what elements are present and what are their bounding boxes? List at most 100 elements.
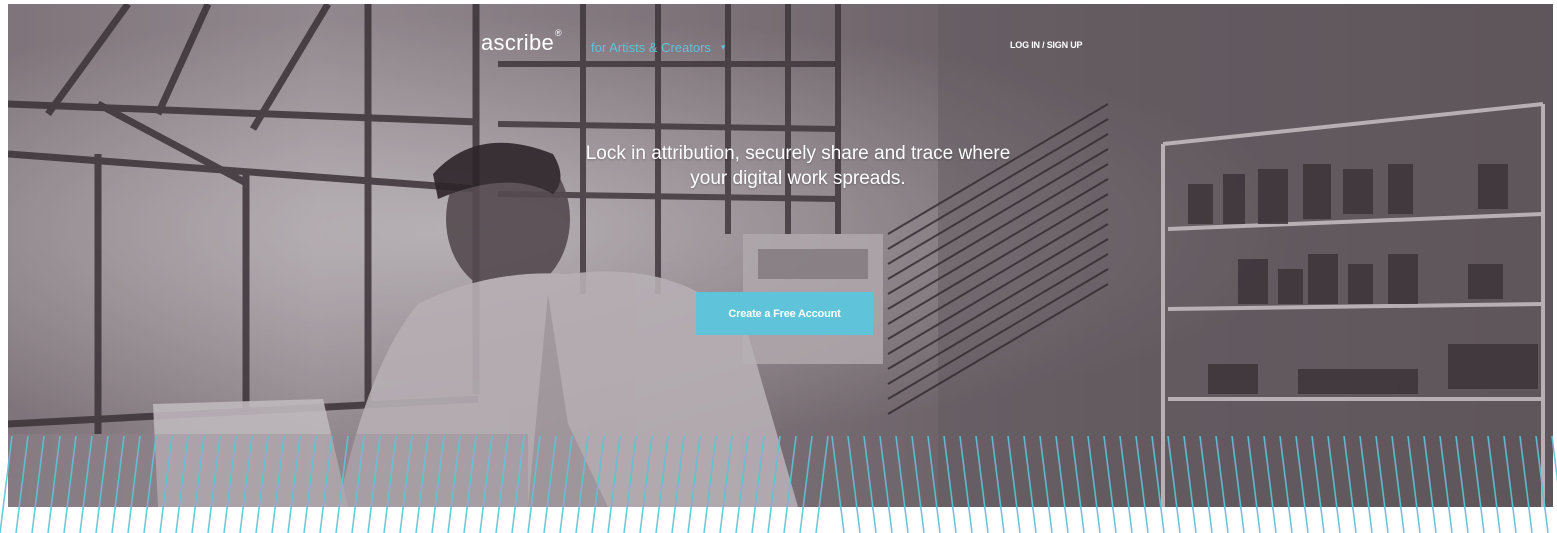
stripe-line (975, 436, 989, 533)
stripe-line (31, 436, 45, 533)
stripe-line (1007, 436, 1021, 533)
stripe-line (751, 436, 765, 533)
stripe-line (543, 436, 557, 533)
stripe-line (575, 436, 589, 533)
stripe-line (1359, 436, 1373, 533)
stripe-line (495, 436, 509, 533)
stripe-line (1199, 436, 1213, 533)
stripe-line (1423, 436, 1437, 533)
hero-headline-line-2: your digital work spreads. (690, 168, 906, 189)
stripe-line (991, 436, 1005, 533)
stripe-line (1487, 436, 1501, 533)
stripe-line (1135, 436, 1149, 533)
stripe-line (671, 436, 685, 533)
hero-banner: ascribe® for Artists & Creators ▾ LOG IN… (8, 4, 1553, 507)
stripe-line (223, 436, 237, 533)
stripe-line (447, 436, 461, 533)
stripe-line (271, 436, 285, 533)
stripe-line (767, 436, 781, 533)
stripe-line (1343, 436, 1357, 533)
stripe-line (527, 436, 541, 533)
stripe-line (415, 436, 429, 533)
stripe-line (255, 436, 269, 533)
stripe-line (783, 436, 797, 533)
chevron-down-icon: ▾ (720, 42, 726, 52)
stripe-line (591, 436, 605, 533)
stripe-line (15, 436, 29, 533)
stripe-line (143, 436, 157, 533)
top-navbar: ascribe® for Artists & Creators ▾ LOG IN… (8, 4, 1553, 84)
stripe-line (191, 436, 205, 533)
stripe-line (1231, 436, 1245, 533)
create-free-account-button[interactable]: Create a Free Account (696, 292, 873, 335)
stripe-line (95, 436, 109, 533)
stripe-line (1391, 436, 1405, 533)
stripe-line (1327, 436, 1341, 533)
stripe-line (303, 436, 317, 533)
stripe-line (1375, 436, 1389, 533)
stripe-line (703, 436, 717, 533)
stripe-line (959, 436, 973, 533)
ascribe-logo[interactable]: ascribe® (481, 28, 562, 56)
stripe-line (1535, 436, 1549, 533)
hero-headline: Lock in attribution, securely share and … (508, 141, 1088, 191)
stripe-line (399, 436, 413, 533)
diagonal-stripe-decoration (0, 436, 1557, 533)
stripe-line (943, 436, 957, 533)
stripe-line (0, 436, 13, 533)
registered-mark: ® (555, 28, 562, 38)
stripe-line (463, 436, 477, 533)
stripe-line (335, 436, 349, 533)
stripe-line (1311, 436, 1325, 533)
stripe-line (1279, 436, 1293, 533)
stripe-line (1551, 436, 1557, 483)
stripe-line (607, 436, 621, 533)
stripe-line (47, 436, 61, 533)
stripe-line (1039, 436, 1053, 533)
stripe-line (111, 436, 125, 533)
stripe-line (383, 436, 397, 533)
stripe-line (287, 436, 301, 533)
stripe-line (1439, 436, 1453, 533)
stripe-line (1455, 436, 1469, 533)
stripe-line (207, 436, 221, 533)
stripe-line (927, 436, 941, 533)
stripe-line (1087, 436, 1101, 533)
login-signup-link[interactable]: LOG IN / SIGN UP (1010, 40, 1083, 50)
stripe-line (431, 436, 445, 533)
brand-name: ascribe (481, 30, 555, 55)
stripe-line (367, 436, 381, 533)
stripe-line (639, 436, 653, 533)
stripe-line (1023, 436, 1037, 533)
stripe-line (655, 436, 669, 533)
stripe-line (719, 436, 733, 533)
stripe-line (239, 436, 253, 533)
stripe-line (687, 436, 701, 533)
stripe-line (1103, 436, 1117, 533)
stripe-line (1503, 436, 1517, 533)
stripe-line (1263, 436, 1277, 533)
stripe-line (1071, 436, 1085, 533)
stripe-line (319, 436, 333, 533)
stripe-line (1407, 436, 1421, 533)
stripe-line (879, 436, 893, 533)
audience-dropdown[interactable]: for Artists & Creators ▾ (591, 40, 725, 55)
stripe-line (1055, 436, 1069, 533)
stripe-line (735, 436, 749, 533)
stripe-line (831, 436, 845, 533)
stripe-line (175, 436, 189, 533)
stripe-line (1183, 436, 1197, 533)
stripe-line (1295, 436, 1309, 533)
stripe-line (511, 436, 525, 533)
stripe-line (623, 436, 637, 533)
stripe-line (1247, 436, 1261, 533)
stripe-line (351, 436, 365, 533)
stripe-line (479, 436, 493, 533)
stripe-line (1215, 436, 1229, 533)
stripe-line (159, 436, 173, 533)
stripe-line (863, 436, 877, 533)
stripe-line (1151, 436, 1165, 533)
stripe-line (127, 436, 141, 533)
stripe-line (1471, 436, 1485, 533)
stripe-line (911, 436, 925, 533)
